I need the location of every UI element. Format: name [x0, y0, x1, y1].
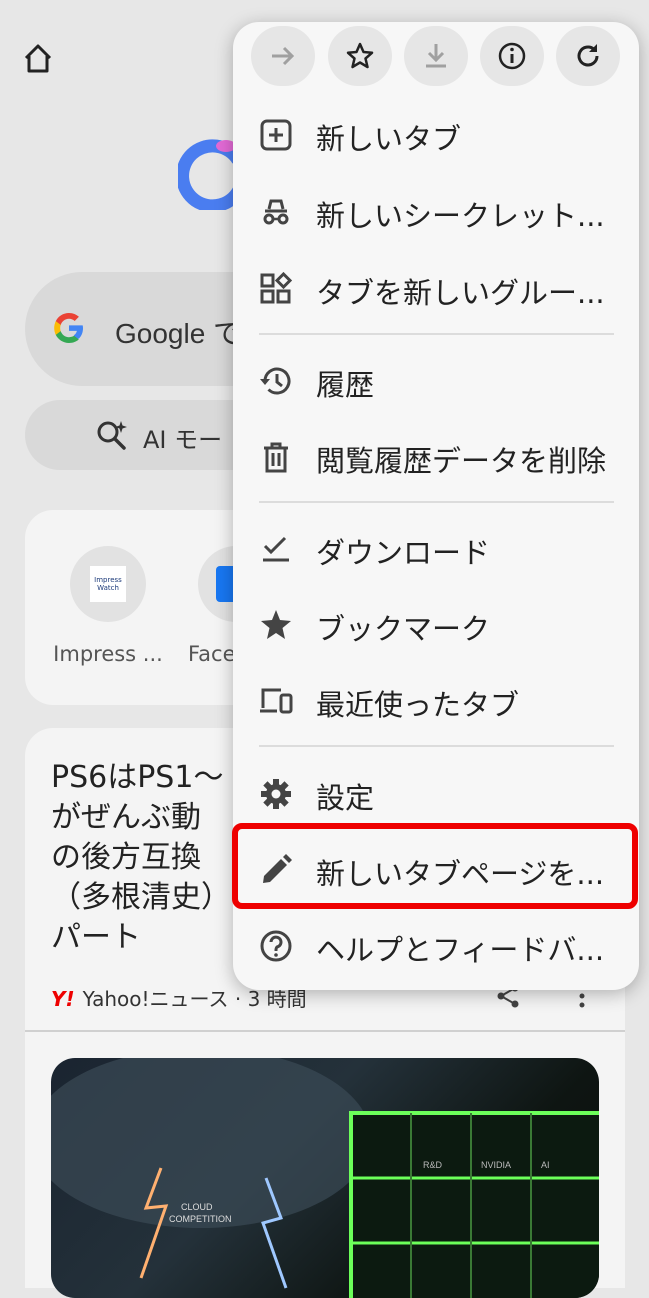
star-outline-icon: [346, 42, 374, 69]
menu-item-label: 閲覧履歴データを削除: [316, 444, 607, 478]
menu-item-label: ダウンロード: [316, 536, 491, 570]
image-text-ai: AI: [541, 1160, 550, 1170]
menu-item-label: ヘルプとフィードバ...: [316, 933, 605, 967]
news-image[interactable]: CLOUD COMPETITION R&D NVIDIA AI: [51, 1058, 599, 1298]
info-icon: [498, 42, 526, 70]
highlight-box: [232, 823, 638, 909]
ai-mode-label: AI モー: [143, 426, 223, 454]
refresh-icon: [577, 44, 599, 67]
menu-item-label: 履歴: [316, 368, 375, 402]
menu-item-label: 新しいシークレット...: [316, 199, 605, 233]
bookmark-button[interactable]: [328, 26, 392, 86]
new-tab-icon: [260, 119, 292, 151]
impress-watch-favicon: Impress Watch: [90, 566, 126, 602]
download-button[interactable]: [404, 26, 468, 86]
menu-item-label: タブを新しいグルー...: [316, 276, 605, 310]
reload-button[interactable]: [556, 26, 620, 86]
menu-item-settings[interactable]: 設定: [233, 759, 639, 829]
forward-button[interactable]: [251, 26, 315, 86]
menu-item-clear-data[interactable]: 閲覧履歴データを削除: [233, 422, 639, 492]
menu-item-label: 設定: [316, 781, 375, 815]
yahoo-logo: Y!: [51, 987, 75, 1011]
news-divider: [25, 1030, 625, 1032]
search-placeholder: Google で: [115, 318, 242, 349]
page-info-button[interactable]: [480, 26, 544, 86]
menu-item-history[interactable]: 履歴: [233, 346, 639, 416]
menu-item-downloads[interactable]: ダウンロード: [233, 514, 639, 584]
menu-divider: [259, 745, 614, 747]
home-icon: [24, 44, 52, 73]
devices-icon: [260, 688, 293, 714]
menu-item-help-feedback[interactable]: ヘルプとフィードバ...: [233, 911, 639, 981]
image-text-competition: COMPETITION: [169, 1214, 232, 1224]
history-icon: [260, 367, 291, 395]
menu-divider: [259, 501, 614, 503]
google-g-icon: [54, 313, 83, 343]
help-icon: [260, 930, 292, 962]
news-source-text: Yahoo!ニュース · 3 時間: [82, 987, 307, 1011]
menu-item-bookmarks[interactable]: ブックマーク: [233, 590, 639, 660]
menu-divider: [259, 333, 614, 335]
gear-icon: [261, 779, 291, 809]
trash-icon: [264, 442, 288, 473]
image-text-cloud: CLOUD: [181, 1202, 213, 1212]
incognito-icon: [263, 199, 289, 225]
download-icon: [426, 44, 446, 68]
star-filled-icon: [261, 610, 291, 639]
menu-item-tab-group[interactable]: タブを新しいグルー...: [233, 254, 639, 324]
home-button[interactable]: [18, 38, 58, 78]
shortcut-impress-watch[interactable]: Impress Watch Impress ...: [43, 546, 173, 666]
menu-item-new-incognito[interactable]: 新しいシークレット...: [233, 177, 639, 247]
shortcut-label: Impress ...: [53, 642, 163, 666]
menu-item-label: ブックマーク: [316, 612, 491, 646]
menu-item-label: 新しいタブ: [316, 122, 462, 156]
news-title[interactable]: PS6はPS1～ がぜんぶ動 の後方互換 （多根清史） パート: [51, 758, 251, 958]
image-text-internal: R&D: [423, 1160, 443, 1170]
image-text-nvidia: NVIDIA: [481, 1160, 511, 1170]
tab-group-icon: [260, 272, 293, 304]
menu-item-label: 最近使ったタブ: [316, 688, 520, 722]
download-check-icon: [263, 536, 289, 562]
forward-arrow-icon: [272, 46, 295, 66]
menu-item-recent-tabs[interactable]: 最近使ったタブ: [233, 666, 639, 736]
menu-item-new-tab[interactable]: 新しいタブ: [233, 100, 639, 170]
ai-search-icon: [97, 421, 127, 450]
